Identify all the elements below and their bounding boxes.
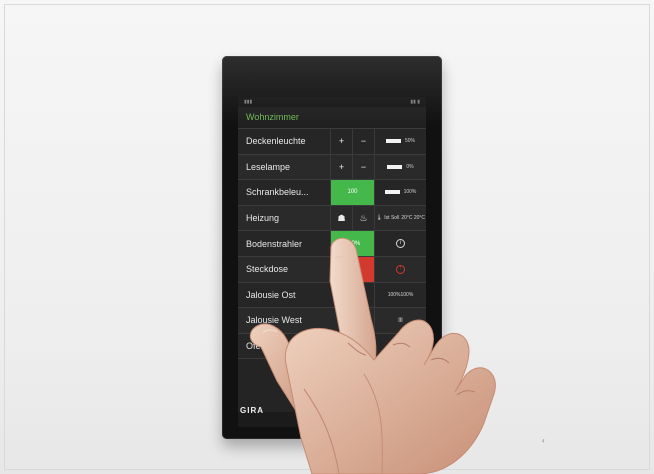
list-item-bodenstrahler[interactable]: Bodenstrahler 100% i — [238, 231, 426, 257]
status-bar: ▮▮▮ ▮▮ ▮ — [238, 97, 426, 107]
alert-icon: ! — [396, 264, 405, 274]
row-label: Jalousie West — [246, 315, 302, 326]
temperature-icon: 🌡 — [375, 215, 383, 222]
row-label: Heizung — [246, 213, 280, 224]
status-right: ▮▮ ▮ — [410, 99, 420, 105]
list-item-jalousie-west[interactable]: Jalousie West ▥ — [238, 308, 426, 334]
row-label: Leselampe — [246, 161, 291, 172]
list-item-ofensensor[interactable]: Ofensensor — [238, 333, 426, 360]
list-item-jalousie-ost[interactable]: Jalousie Ost 100% 100% — [238, 282, 426, 309]
alert-cell: ! — [374, 256, 426, 282]
blind-icon-cell: ▥ — [374, 308, 426, 333]
row-label: Deckenleuchte — [246, 136, 306, 147]
list-item-schrankbeleuchtung[interactable]: Schrankbeleu... 100 100% — [238, 180, 426, 206]
increase-button[interactable]: + — [330, 129, 352, 154]
heating-mode-icon[interactable]: ☗ — [330, 205, 352, 231]
blind-value-2: 100% — [400, 291, 414, 298]
temperature-values: 20°C 20°C — [401, 215, 426, 222]
room-title: Wohnzimmer — [238, 107, 426, 129]
decrease-button[interactable]: − — [352, 129, 374, 154]
brightness-bar — [384, 190, 400, 195]
thermostat-icon[interactable]: ♨ — [352, 205, 374, 231]
brightness-percent: 0% — [406, 163, 414, 170]
blind-value-1: 100% — [387, 291, 401, 298]
blind-icon: ▥ — [398, 317, 403, 324]
active-button[interactable]: 100% — [330, 231, 374, 256]
back-icon[interactable]: ‹ — [542, 437, 554, 445]
info-cell: i — [374, 231, 426, 256]
product-photo-background: ▮▮▮ ▮▮ ▮ Wohnzimmer Deckenleuchte + − 50… — [0, 0, 654, 474]
decrease-button[interactable]: − — [352, 154, 374, 180]
brightness-indicator: 0% — [374, 154, 426, 180]
brightness-bar — [387, 164, 403, 169]
status-left: ▮▮▮ — [244, 99, 253, 105]
list-item-deckenleuchte[interactable]: Deckenleuchte + − 50% — [238, 129, 426, 155]
brightness-percent: 50% — [404, 138, 415, 145]
increase-button[interactable]: + — [330, 154, 352, 180]
temperature-display: 🌡 Ist Soll 20°C 20°C — [374, 205, 426, 231]
touch-screen[interactable]: ▮▮▮ ▮▮ ▮ Wohnzimmer Deckenleuchte + − 50… — [238, 97, 426, 427]
on-button[interactable]: 100 — [330, 180, 374, 205]
row-label: Jalousie Ost — [246, 289, 296, 300]
list-item-leselampe[interactable]: Leselampe + − 0% — [238, 154, 426, 181]
row-label: Schrankbeleu... — [246, 187, 309, 198]
row-label: Steckdose — [246, 264, 289, 275]
blind-values: 100% 100% — [374, 282, 426, 308]
brand-logo: GIRA — [240, 406, 264, 415]
off-button[interactable] — [330, 256, 374, 282]
brightness-bar — [385, 139, 401, 144]
brightness-indicator: 50% — [374, 129, 426, 154]
brightness-indicator: 100% — [374, 180, 426, 205]
row-label: Bodenstrahler — [246, 238, 303, 249]
list-item-steckdose[interactable]: Steckdose ! — [238, 256, 426, 283]
row-label: Ofensensor — [246, 341, 293, 352]
list-item-heizung[interactable]: Heizung ☗ ♨ 🌡 Ist Soll 20°C 20°C — [238, 205, 426, 232]
wall-control-panel: ▮▮▮ ▮▮ ▮ Wohnzimmer Deckenleuchte + − 50… — [222, 56, 545, 445]
temperature-small-labels: Ist Soll — [384, 215, 400, 222]
connection-status: Verbindung mit Server — [238, 412, 426, 427]
info-icon: i — [396, 239, 405, 249]
brightness-percent: 100% — [403, 189, 417, 196]
